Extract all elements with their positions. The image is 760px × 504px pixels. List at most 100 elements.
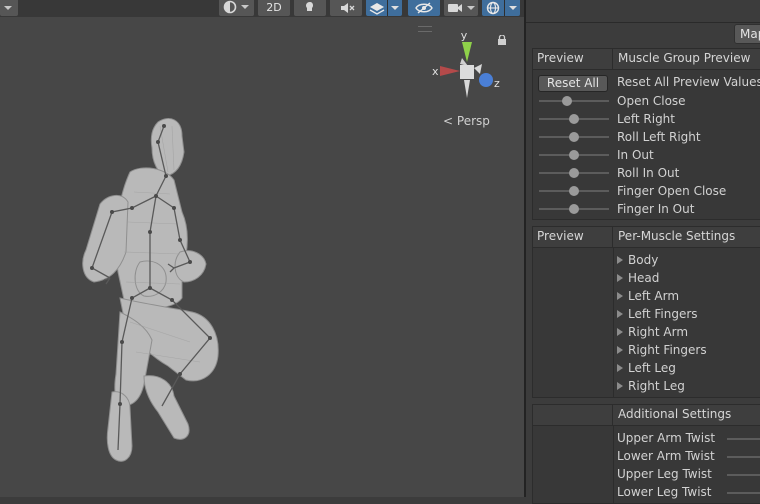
muscle-group-foldout[interactable]: Left Leg [617, 359, 676, 377]
twist-slider[interactable] [727, 474, 760, 476]
column-divider [613, 247, 614, 397]
foldout-arrow-icon[interactable] [617, 346, 623, 354]
perspective-icon: < [443, 114, 454, 128]
twist-slider[interactable] [727, 438, 760, 440]
gizmo-center-cube[interactable] [460, 65, 474, 79]
mapping-tab-button[interactable]: Mapping [734, 24, 760, 44]
muscle-group-preview-header: Preview Muscle Group Preview [533, 49, 760, 70]
muscle-preview-row: Roll In Out [533, 164, 760, 182]
muscle-group-label: Body [628, 253, 659, 267]
additional-settings-title: Additional Settings [618, 407, 732, 421]
foldout-arrow-icon[interactable] [617, 328, 623, 336]
twist-setting-label: Lower Leg Twist [617, 485, 712, 499]
slider-knob[interactable] [569, 168, 579, 178]
layers-icon [369, 0, 399, 16]
gizmo-z-cone[interactable] [479, 73, 493, 87]
scene-view[interactable]: 2D y x z < Persp [0, 0, 524, 497]
muscle-preview-slider[interactable] [539, 204, 609, 214]
muscle-preview-label: Finger In Out [617, 202, 695, 216]
gizmo-y-arrow[interactable] [462, 42, 472, 62]
camera-dropdown-button[interactable] [444, 0, 478, 16]
eye-hidden-icon [415, 2, 433, 14]
foldout-arrow-icon[interactable] [617, 256, 623, 264]
avatar-muscle-inspector: Mapping Preview Muscle Group Preview Res… [524, 0, 760, 504]
slider-knob[interactable] [569, 186, 579, 196]
muscle-group-foldout[interactable]: Right Leg [617, 377, 685, 395]
muscle-group-label: Right Leg [628, 379, 685, 393]
muscle-preview-label: In Out [617, 148, 654, 162]
muscle-group-foldout[interactable]: Left Fingers [617, 305, 698, 323]
reset-all-button[interactable]: Reset All [538, 75, 608, 92]
muscle-group-label: Left Leg [628, 361, 676, 375]
projection-toggle[interactable]: < Persp [443, 114, 490, 128]
humanoid-avatar-model[interactable] [70, 112, 240, 472]
projection-label: Persp [456, 114, 490, 128]
muscle-preview-slider[interactable] [539, 132, 609, 142]
muscle-preview-slider[interactable] [539, 168, 609, 178]
muscle-preview-row: In Out [533, 146, 760, 164]
foldout-arrow-icon[interactable] [617, 274, 623, 282]
muscle-preview-label: Roll Left Right [617, 130, 701, 144]
shading-sphere-icon [223, 0, 249, 14]
inspector-tab-strip [526, 0, 760, 23]
foldout-arrow-icon[interactable] [617, 364, 623, 372]
muscle-group-foldout[interactable]: Head [617, 269, 659, 287]
slider-knob[interactable] [569, 114, 579, 124]
twist-setting-label: Lower Arm Twist [617, 449, 715, 463]
foldout-arrow-icon[interactable] [617, 310, 623, 318]
scene-toolbar: 2D [0, 0, 524, 17]
muscle-preview-label: Open Close [617, 94, 686, 108]
twist-setting-label: Upper Leg Twist [617, 467, 712, 481]
twist-setting-row: Lower Leg Twist [533, 483, 760, 501]
muscle-group-foldout[interactable]: Right Arm [617, 323, 688, 341]
reset-all-description: Reset All Preview Values [617, 75, 760, 89]
per-muscle-settings-header: Preview Per-Muscle Settings [533, 227, 760, 248]
muscle-group-foldout[interactable]: Right Fingers [617, 341, 707, 359]
toolbar-dropdown[interactable] [0, 0, 18, 16]
mapping-label: Mapping [740, 27, 760, 41]
preview-column-header: Preview [533, 49, 613, 69]
muscle-preview-slider[interactable] [539, 96, 609, 106]
lightbulb-icon [306, 2, 314, 11]
foldout-arrow-icon[interactable] [617, 292, 623, 300]
slider-knob[interactable] [569, 132, 579, 142]
chevron-down-icon [4, 6, 12, 10]
muscle-preview-row: Roll Left Right [533, 128, 760, 146]
muscle-preview-slider[interactable] [539, 150, 609, 160]
scene-visibility-button[interactable] [408, 0, 440, 16]
foldout-arrow-icon[interactable] [617, 382, 623, 390]
orientation-gizmo[interactable]: y x z [424, 28, 504, 100]
muscle-preview-label: Left Right [617, 112, 675, 126]
slider-knob[interactable] [562, 96, 572, 106]
twist-setting-row: Lower Arm Twist [533, 447, 760, 465]
speaker-muted-icon [341, 3, 355, 13]
slider-knob[interactable] [569, 204, 579, 214]
shading-mode-button[interactable] [219, 0, 254, 16]
2d-label: 2D [266, 1, 282, 14]
twist-slider[interactable] [727, 492, 760, 494]
muscle-preview-slider[interactable] [539, 114, 609, 124]
slider-knob[interactable] [569, 150, 579, 160]
muscle-group-label: Left Fingers [628, 307, 698, 321]
muscle-group-foldout[interactable]: Body [617, 251, 658, 269]
muscle-preview-label: Finger Open Close [617, 184, 727, 198]
muscle-preview-row: Left Right [533, 110, 760, 128]
gizmo-x-arrow[interactable] [440, 66, 460, 76]
preview-column-header: Preview [533, 227, 613, 247]
twist-setting-label: Upper Arm Twist [617, 431, 716, 445]
additional-settings-blank-cell [533, 405, 613, 425]
muscle-group-label: Left Arm [628, 289, 680, 303]
muscle-preview-row: Finger Open Close [533, 182, 760, 200]
audio-toggle-button[interactable] [330, 0, 362, 16]
muscle-preview-slider[interactable] [539, 186, 609, 196]
per-muscle-settings-title: Per-Muscle Settings [618, 229, 736, 243]
lighting-toggle-button[interactable] [294, 0, 326, 16]
gizmos-dropdown-button[interactable] [482, 0, 520, 16]
globe-icon [486, 0, 517, 16]
twist-slider[interactable] [727, 456, 760, 458]
2d-toggle-button[interactable]: 2D [258, 0, 290, 16]
effects-dropdown-button[interactable] [366, 0, 402, 16]
reset-row: Reset All Reset All Preview Values [533, 71, 760, 93]
muscle-group-foldout[interactable]: Left Arm [617, 287, 679, 305]
gizmo-y-label: y [461, 29, 468, 42]
